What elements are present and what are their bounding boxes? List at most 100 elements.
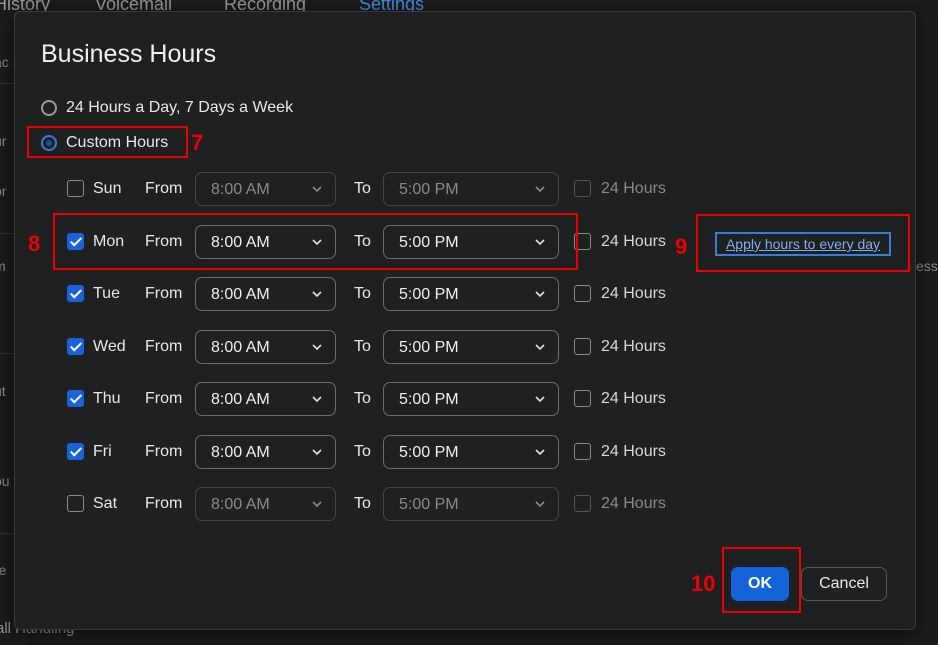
from-time-value: 8:00 AM <box>211 496 270 513</box>
day-label: Thu <box>93 390 121 407</box>
day-row-thu: Thu From 8:00 AM To 5:00 PM 24 Hours <box>67 382 687 416</box>
option-always-open-label: 24 Hours a Day, 7 Days a Week <box>66 99 294 116</box>
to-label: To <box>354 442 371 460</box>
from-label: From <box>145 390 183 407</box>
to-time-select[interactable]: 5:00 PM <box>383 434 559 469</box>
to-label: To <box>354 337 371 355</box>
from-label: From <box>145 442 183 460</box>
day-label: Wed <box>93 337 126 355</box>
all-day-label: 24 Hours <box>601 495 666 512</box>
day-checkbox[interactable] <box>67 495 84 512</box>
day-label: Sat <box>93 495 118 512</box>
bg-fragment: ac <box>0 54 9 70</box>
annotation-label-9: 9 <box>675 234 688 259</box>
all-day-checkbox[interactable] <box>574 337 591 355</box>
all-day-checkbox[interactable] <box>574 442 591 460</box>
all-day-checkbox <box>574 180 591 197</box>
day-checkbox[interactable] <box>67 337 84 355</box>
from-time-select: 8:00 AM <box>195 487 336 521</box>
chevron-down-icon <box>534 392 546 404</box>
all-day-label: 24 Hours <box>601 442 666 460</box>
to-label: To <box>354 390 371 407</box>
day-checkbox[interactable] <box>67 180 84 197</box>
day-checkbox[interactable] <box>67 285 84 302</box>
day-checkbox[interactable] <box>67 442 84 460</box>
chevron-down-icon <box>534 497 546 509</box>
day-row-sat: Sat From 8:00 AM To 5:00 PM 24 Hours <box>67 487 687 521</box>
annotation-box-10 <box>722 547 801 613</box>
bg-fragment: re <box>0 562 7 578</box>
radio-always-open[interactable] <box>41 100 57 116</box>
annotation-box-7 <box>27 126 188 158</box>
annotation-box-9 <box>696 214 910 272</box>
chevron-down-icon <box>534 287 546 299</box>
chevron-down-icon <box>534 340 546 352</box>
bg-fragment: m <box>0 258 6 274</box>
from-time-value: 8:00 AM <box>211 286 270 303</box>
all-day-label: 24 Hours <box>601 232 666 250</box>
chevron-down-icon <box>311 287 323 299</box>
to-time-value: 5:00 PM <box>399 338 459 356</box>
from-time-value: 8:00 AM <box>211 338 270 356</box>
from-label: From <box>145 180 183 197</box>
day-row-tue: Tue From 8:00 AM To 5:00 PM 24 Hours <box>67 277 687 311</box>
chevron-down-icon <box>534 182 546 194</box>
to-time-select[interactable]: 5:00 PM <box>383 382 559 416</box>
from-time-select[interactable]: 8:00 AM <box>195 434 336 469</box>
to-time-value: 5:00 PM <box>399 443 459 461</box>
all-day-checkbox[interactable] <box>574 390 591 407</box>
from-time-select[interactable]: 8:00 AM <box>195 329 336 364</box>
to-label: To <box>354 495 371 512</box>
bg-divider <box>0 233 14 234</box>
to-time-select: 5:00 PM <box>383 172 559 206</box>
to-time-select: 5:00 PM <box>383 487 559 521</box>
chevron-down-icon <box>311 392 323 404</box>
bg-fragment: ou <box>0 473 10 489</box>
all-day-label: 24 Hours <box>601 390 666 407</box>
from-label: From <box>145 337 183 355</box>
all-day-checkbox <box>574 495 591 512</box>
from-time-select[interactable]: 8:00 AM <box>195 382 336 416</box>
business-hours-dialog: Business Hours 24 Hours a Day, 7 Days a … <box>14 11 916 630</box>
bg-divider <box>0 353 14 354</box>
all-day-label: 24 Hours <box>601 337 666 355</box>
all-day-label: 24 Hours <box>601 180 666 197</box>
bg-fragment: ur <box>0 133 7 149</box>
bg-fragment: ut <box>0 383 6 399</box>
to-label: To <box>354 180 371 197</box>
to-time-value: 5:00 PM <box>399 391 459 408</box>
from-time-value: 8:00 AM <box>211 391 270 408</box>
all-day-checkbox[interactable] <box>574 285 591 302</box>
from-time-value: 8:00 AM <box>211 443 270 461</box>
annotation-label-10: 10 <box>691 571 716 596</box>
to-label: To <box>354 285 371 302</box>
day-row-sun: Sun From 8:00 AM To 5:00 PM 24 Hours <box>67 172 687 206</box>
chevron-down-icon <box>534 445 546 457</box>
to-time-select[interactable]: 5:00 PM <box>383 329 559 364</box>
all-day-label: 24 Hours <box>601 285 666 302</box>
annotation-label-7: 7 <box>191 130 204 155</box>
annotation-box-8 <box>53 213 578 270</box>
option-always-open[interactable]: 24 Hours a Day, 7 Days a Week <box>41 99 293 117</box>
chevron-down-icon <box>311 182 323 194</box>
day-checkbox[interactable] <box>67 390 84 407</box>
bg-fragment-right: ess <box>916 258 938 274</box>
from-time-select[interactable]: 8:00 AM <box>195 277 336 311</box>
bg-divider <box>0 533 14 534</box>
chevron-down-icon <box>311 340 323 352</box>
day-label: Sun <box>93 180 122 197</box>
chevron-down-icon <box>311 445 323 457</box>
to-time-value: 5:00 PM <box>399 286 459 303</box>
chevron-down-icon <box>311 497 323 509</box>
to-time-select[interactable]: 5:00 PM <box>383 277 559 311</box>
day-row-fri: Fri From 8:00 AM To 5:00 PM 24 Hours <box>67 434 687 469</box>
dialog-title: Business Hours <box>41 40 217 68</box>
from-time-select: 8:00 AM <box>195 172 336 206</box>
to-time-value: 5:00 PM <box>399 181 459 198</box>
from-label: From <box>145 285 183 302</box>
bg-fragment: or <box>0 183 7 199</box>
day-row-wed: Wed From 8:00 AM To 5:00 PM 24 Hours <box>67 329 687 364</box>
annotation-label-8: 8 <box>28 231 41 256</box>
from-label: From <box>145 495 183 512</box>
cancel-button[interactable]: Cancel <box>801 567 887 601</box>
